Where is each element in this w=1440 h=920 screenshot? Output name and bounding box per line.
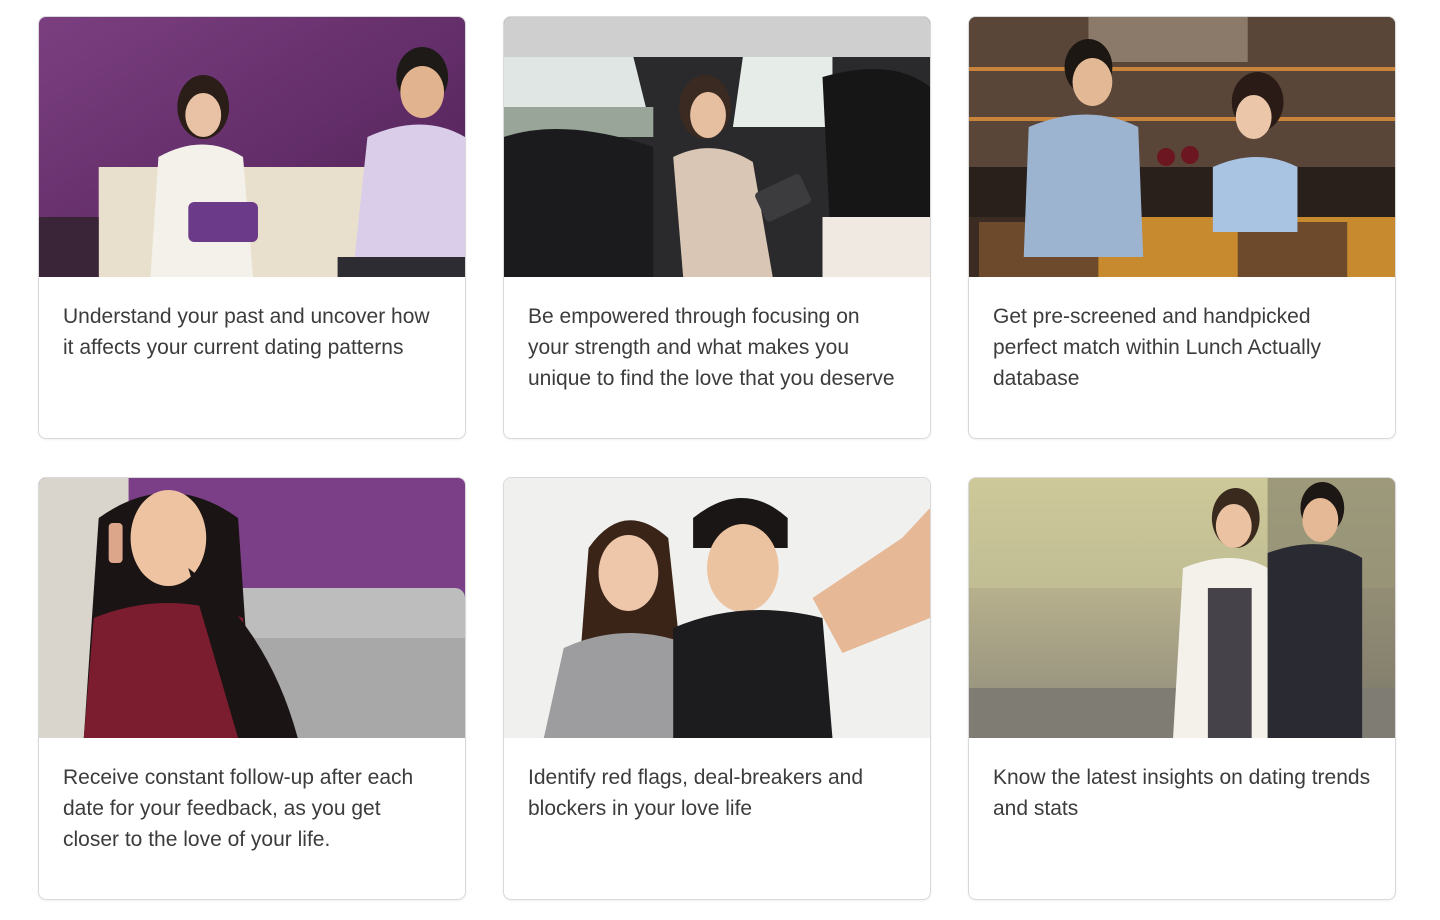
feature-card-text: Understand your past and uncover how it … xyxy=(63,305,430,359)
feature-card-follow-up: Receive constant follow-up after each da… xyxy=(38,477,466,900)
feature-card-empowered: Be empowered through focusing on your st… xyxy=(503,16,931,439)
feature-card-text: Identify red flags, deal-breakers and bl… xyxy=(528,766,864,820)
woman-in-car-photo xyxy=(504,17,930,277)
feature-card-insights: Know the latest insights on dating trend… xyxy=(968,477,1396,900)
couple-wine-bar-photo xyxy=(969,17,1395,277)
feature-card-text: Get pre-screened and handpicked perfect … xyxy=(993,305,1322,390)
feature-card-text: Be empowered through focusing on your st… xyxy=(528,305,895,390)
couple-selfie-photo xyxy=(504,478,930,738)
feature-card-red-flags: Identify red flags, deal-breakers and bl… xyxy=(503,477,931,900)
feature-card-text: Know the latest insights on dating trend… xyxy=(993,766,1371,820)
feature-card-past: Understand your past and uncover how it … xyxy=(38,16,466,439)
woman-on-phone-photo xyxy=(39,478,465,738)
feature-card-grid: Understand your past and uncover how it … xyxy=(38,16,1396,900)
feature-card-text: Receive constant follow-up after each da… xyxy=(63,766,414,851)
couple-walking-photo xyxy=(969,478,1395,738)
feature-card-match: Get pre-screened and handpicked perfect … xyxy=(968,16,1396,439)
coaching-session-photo xyxy=(39,17,465,277)
